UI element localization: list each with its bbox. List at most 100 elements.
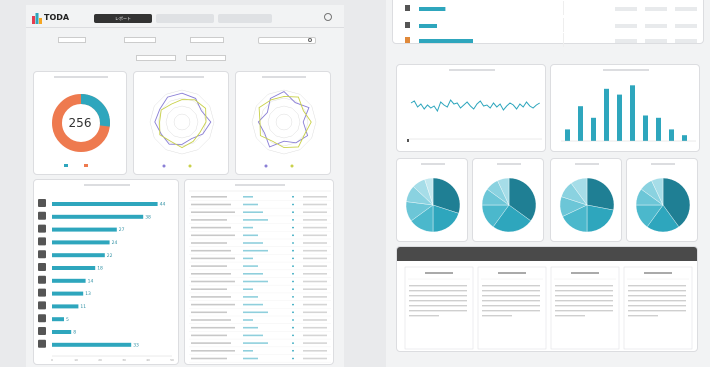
- bar-value-label: 5: [66, 317, 69, 323]
- pie-card-2: [472, 158, 544, 242]
- table-status-dot: [292, 303, 294, 306]
- vertical-bar: [643, 115, 648, 141]
- line-series: [410, 99, 540, 113]
- tab-3[interactable]: [218, 14, 272, 23]
- table-cell-category: [243, 288, 253, 290]
- table-cell-category: [243, 242, 263, 244]
- table-status-dot: [292, 265, 294, 267]
- tab-2[interactable]: [156, 14, 214, 23]
- table-cell-category: [243, 357, 258, 360]
- person-icon: [38, 250, 46, 259]
- tab-report[interactable]: レポート: [94, 14, 152, 23]
- pie-chart-4: [635, 163, 691, 233]
- advice-column-title: [425, 272, 453, 274]
- table-cell-category: [243, 226, 253, 229]
- settings-icon[interactable]: [324, 13, 332, 21]
- person-icon: [38, 275, 46, 284]
- table-cell-date: [303, 249, 327, 252]
- advice-text-line: [409, 310, 467, 312]
- date-from-input[interactable]: [136, 55, 176, 61]
- list-icon: [405, 5, 410, 11]
- advice-text-line: [409, 295, 467, 297]
- table-status-dot: [292, 357, 294, 360]
- advice-column-title: [644, 272, 672, 274]
- table-cell-title: [191, 311, 227, 314]
- date-to-input[interactable]: [186, 55, 226, 61]
- x-tick-label: 40: [146, 358, 150, 362]
- pie-chart-2: [481, 163, 537, 233]
- advice-text-line: [555, 300, 613, 302]
- advice-text-line: [555, 305, 613, 307]
- pie-card-4: [626, 158, 698, 242]
- list-chip: [645, 24, 667, 28]
- card-title-bar: [235, 184, 285, 186]
- bar: [52, 278, 86, 283]
- table-cell-category: [243, 257, 253, 260]
- donut-center-value: 256: [68, 116, 92, 130]
- advice-text-line: [482, 315, 512, 317]
- arm-icon: [38, 288, 46, 297]
- vertical-bar: [682, 135, 687, 141]
- table-cell-date: [303, 234, 327, 237]
- advice-text-line: [409, 290, 467, 292]
- top-list: [405, 1, 697, 47]
- progress-bar: [419, 24, 437, 28]
- table-cell-date: [303, 273, 327, 275]
- table-cell-title: [191, 357, 227, 360]
- advice-text-line: [482, 305, 540, 307]
- table-status-dot: [292, 349, 294, 352]
- table-cell-title: [191, 319, 231, 321]
- bar-value-label: 27: [119, 227, 125, 233]
- list-chip: [675, 7, 697, 11]
- table-cell-category: [243, 311, 268, 314]
- table-cell-title: [191, 326, 235, 329]
- advice-text-line: [555, 290, 613, 292]
- vertical-bar: [591, 117, 596, 141]
- filter-dropdown-2[interactable]: [124, 37, 156, 43]
- incident-table-card: [184, 179, 334, 365]
- table-cell-title: [191, 273, 231, 275]
- pie-slice: [586, 177, 615, 211]
- table-status-dot: [292, 211, 294, 214]
- table-cell-category: [243, 203, 258, 206]
- table-cell-date: [303, 196, 327, 198]
- list-chip: [615, 7, 637, 11]
- filter-dropdown-3[interactable]: [190, 37, 224, 43]
- advice-text-line: [409, 305, 467, 307]
- advice-column: [550, 266, 620, 350]
- table-cell-category: [243, 196, 253, 198]
- table-cell-title: [191, 234, 235, 237]
- search-icon[interactable]: [308, 38, 312, 42]
- radar-grid-ring: [251, 89, 317, 155]
- table-status-dot: [292, 226, 294, 229]
- advice-text-line: [409, 285, 467, 287]
- header-divider: [26, 27, 344, 28]
- card-title-bar: [160, 76, 204, 78]
- table-status-dot: [292, 257, 294, 260]
- pie-chart-3: [559, 163, 615, 233]
- card-title-bar: [651, 163, 675, 165]
- x-tick-label: 30: [122, 358, 126, 362]
- column-divider: [563, 1, 564, 15]
- table-cell-category: [243, 265, 258, 267]
- worker-icon: [38, 327, 46, 335]
- table-cell-category: [243, 319, 253, 321]
- list-chip: [615, 39, 637, 43]
- advice-text-line: [409, 315, 439, 317]
- radar-grid-ring: [173, 113, 191, 131]
- table-cell-date: [303, 203, 327, 206]
- radar-grid-ring: [165, 105, 199, 139]
- table-cell-date: [303, 342, 327, 344]
- table-cell-category: [243, 211, 263, 213]
- table-cell-title: [191, 334, 227, 337]
- bar: [52, 304, 79, 309]
- table-cell-date: [303, 219, 327, 221]
- table-cell-date: [303, 288, 327, 290]
- table-cell-category: [243, 334, 263, 337]
- bar: [52, 330, 72, 334]
- table-cell-date: [303, 311, 327, 314]
- filter-dropdown-1[interactable]: [58, 37, 86, 43]
- radar-grid-ring: [267, 105, 301, 139]
- list-chip: [645, 7, 667, 11]
- table-cell-title: [191, 303, 235, 306]
